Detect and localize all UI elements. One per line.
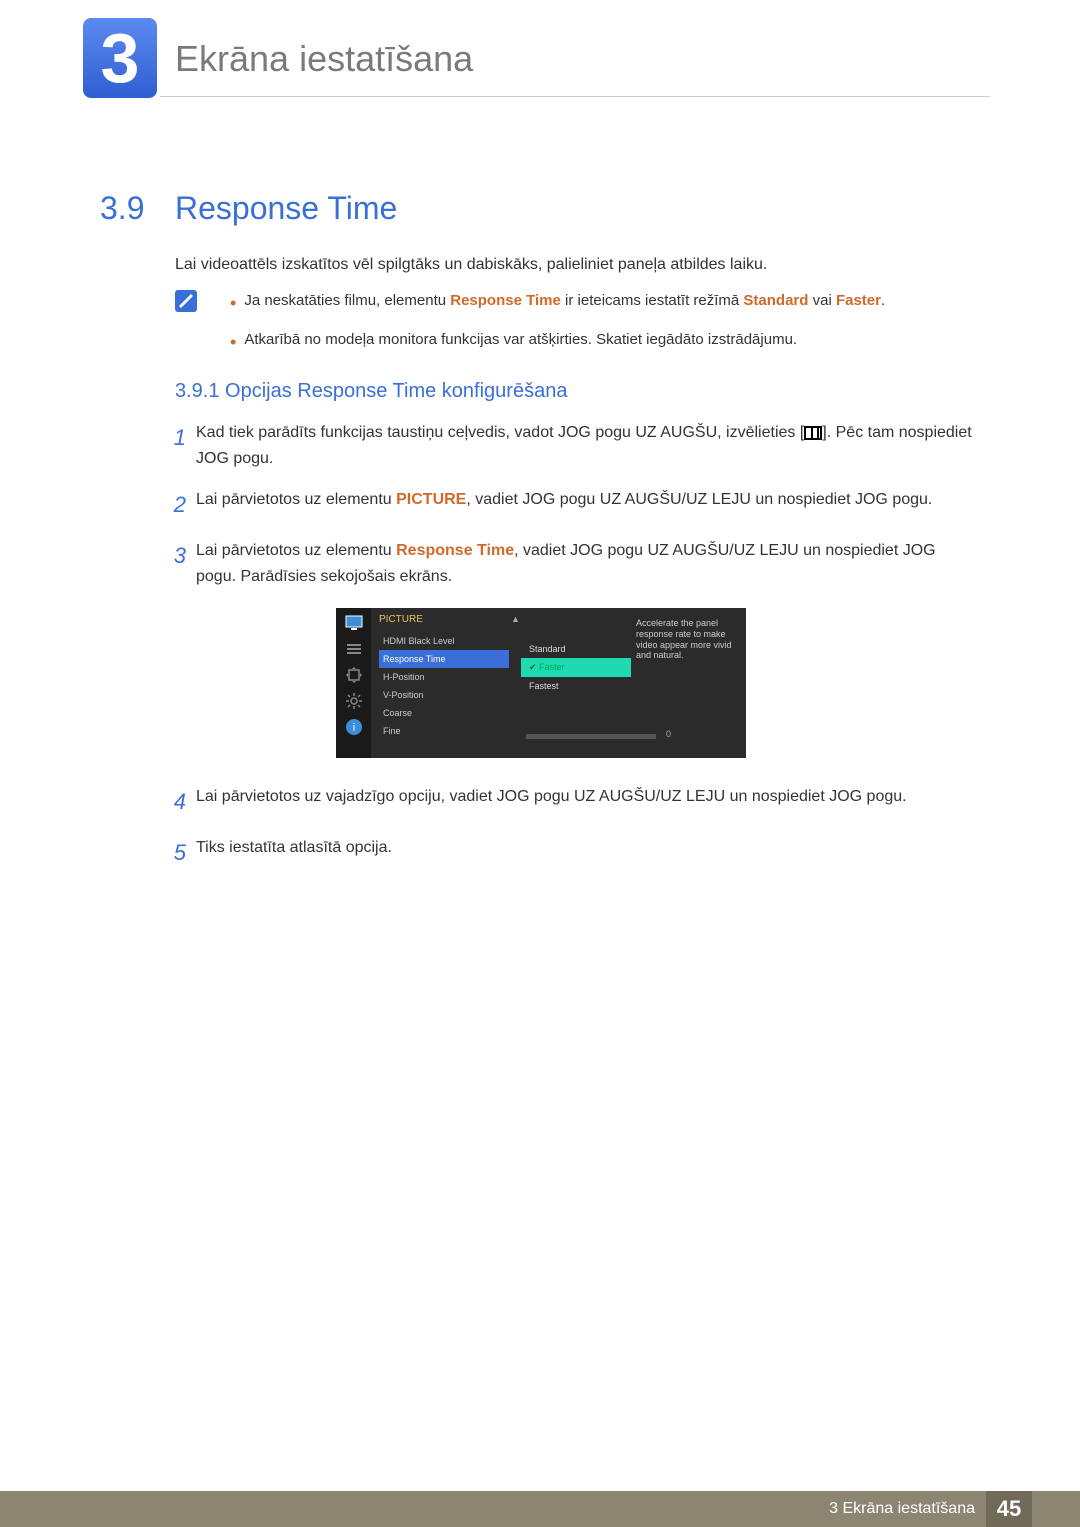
osd-screenshot: i PICTURE ▲ HDMI Black Level Response Ti… bbox=[336, 608, 746, 758]
osd-options: Standard ✔ Faster Fastest bbox=[521, 640, 631, 695]
osd-option: Fastest bbox=[521, 677, 631, 695]
bullet-dot-icon: • bbox=[230, 290, 236, 317]
step-3: 3 Lai pārvietotos uz elementu Response T… bbox=[160, 538, 980, 589]
section-number: 3.9 bbox=[100, 190, 144, 227]
page-number: 45 bbox=[986, 1491, 1032, 1527]
step-number: 1 bbox=[160, 420, 186, 471]
steps-list-cont: 4 Lai pārvietotos uz vajadzīgo opciju, v… bbox=[160, 784, 980, 886]
step-number: 2 bbox=[160, 487, 186, 522]
osd-menu-item-selected: Response Time bbox=[379, 650, 509, 668]
chapter-title: Ekrāna iestatīšana bbox=[175, 38, 473, 80]
osd-menu-item: Fine bbox=[379, 722, 509, 740]
footer-text: 3 Ekrāna iestatīšana bbox=[829, 1500, 975, 1518]
gear-icon bbox=[345, 692, 363, 710]
svg-text:i: i bbox=[352, 722, 354, 734]
osd-menu: HDMI Black Level Response Time H-Positio… bbox=[379, 632, 509, 740]
osd-slider bbox=[526, 734, 656, 739]
step-2: 2 Lai pārvietotos uz elementu PICTURE, v… bbox=[160, 487, 980, 522]
note-icon bbox=[175, 290, 197, 312]
list-icon bbox=[345, 640, 363, 658]
osd-menu-item: V-Position bbox=[379, 686, 509, 704]
section-title: Response Time bbox=[175, 190, 397, 227]
osd-title: PICTURE bbox=[379, 614, 423, 625]
info-icon: i bbox=[345, 718, 363, 736]
footer-bar: 3 Ekrāna iestatīšana bbox=[0, 1491, 1080, 1527]
osd-description: Accelerate the panel response rate to ma… bbox=[636, 618, 736, 661]
step-5: 5 Tiks iestatīta atlasītā opcija. bbox=[160, 835, 980, 870]
steps-list: 1 Kad tiek parādīts funkcijas taustiņu c… bbox=[160, 420, 980, 606]
osd-menu-item: Coarse bbox=[379, 704, 509, 722]
osd-slider-value: 0 bbox=[666, 729, 671, 739]
chapter-number-badge: 3 bbox=[83, 18, 157, 98]
osd-sidebar-icons: i bbox=[336, 608, 371, 736]
osd-menu-item: HDMI Black Level bbox=[379, 632, 509, 650]
step-1: 1 Kad tiek parādīts funkcijas taustiņu c… bbox=[160, 420, 980, 471]
intro-text: Lai videoattēls izskatītos vēl spilgtāks… bbox=[175, 256, 767, 274]
bullet-dot-icon: • bbox=[230, 329, 236, 356]
step-number: 5 bbox=[160, 835, 186, 870]
step-number: 4 bbox=[160, 784, 186, 819]
chevron-up-icon: ▲ bbox=[511, 614, 520, 624]
osd-option: Standard bbox=[521, 640, 631, 658]
resize-icon bbox=[345, 666, 363, 684]
note-bullet-1: • Ja neskatāties filmu, elementu Respons… bbox=[230, 290, 970, 317]
menu-icon bbox=[804, 426, 822, 440]
note-bullets: • Ja neskatāties filmu, elementu Respons… bbox=[230, 290, 970, 368]
osd-option-selected: ✔ Faster bbox=[521, 658, 631, 677]
osd-menu-item: H-Position bbox=[379, 668, 509, 686]
monitor-icon bbox=[345, 614, 363, 632]
subsection-title: 3.9.1 Opcijas Response Time konfigurēšan… bbox=[175, 380, 567, 403]
step-number: 3 bbox=[160, 538, 186, 589]
step-4: 4 Lai pārvietotos uz vajadzīgo opciju, v… bbox=[160, 784, 980, 819]
note-bullet-2: • Atkarībā no modeļa monitora funkcijas … bbox=[230, 329, 970, 356]
